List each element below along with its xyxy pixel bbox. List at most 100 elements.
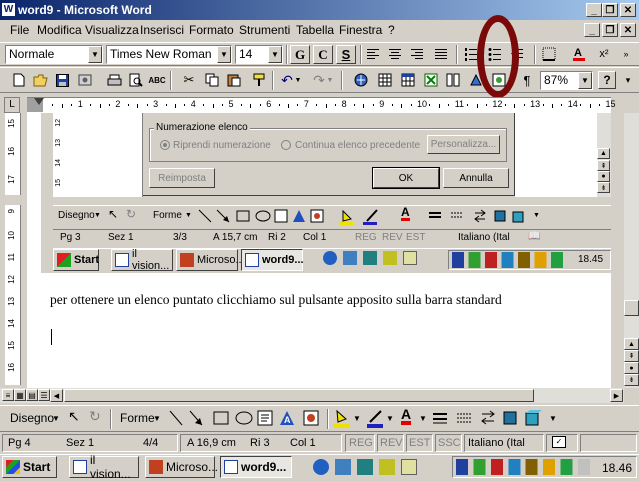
scroll-thumb[interactable] xyxy=(624,300,639,316)
inner-status-rev[interactable]: REV xyxy=(382,232,403,243)
insert-table-icon[interactable] xyxy=(399,71,417,89)
search-icon[interactable] xyxy=(379,459,395,475)
chevron-down-icon[interactable]: ▼ xyxy=(88,46,102,63)
menu-help[interactable]: ? xyxy=(388,23,395,37)
next-page-icon[interactable]: ⇟ xyxy=(624,374,639,386)
normal-view-icon[interactable]: ≡ xyxy=(2,389,14,401)
inner-draw-chevron-down-icon[interactable]: ▼ xyxy=(94,212,101,219)
task-vision[interactable]: il vision... xyxy=(69,453,139,481)
maximize-button[interactable]: ❐ xyxy=(602,3,618,17)
align-right-icon[interactable] xyxy=(408,45,426,63)
inner-font-color-icon[interactable]: A xyxy=(401,206,410,221)
radio-continua[interactable] xyxy=(281,140,291,150)
draw-menu[interactable]: Disegno xyxy=(10,411,54,425)
document-paragraph[interactable]: per ottenere un elenco puntato clicchiam… xyxy=(50,292,610,308)
inner-rotate-icon[interactable]: ↻ xyxy=(126,207,136,221)
print-preview-icon[interactable] xyxy=(127,71,145,89)
tables-borders-icon[interactable] xyxy=(376,71,394,89)
inner-status-est[interactable]: EST xyxy=(406,232,425,243)
browse-object-icon[interactable]: ● xyxy=(624,362,639,374)
inner-task-microsoft[interactable]: Microso... xyxy=(176,249,245,271)
cut-icon[interactable]: ✂ xyxy=(180,71,198,89)
menu-strumenti[interactable]: Strumenti xyxy=(239,23,290,37)
rotate-icon[interactable]: ↻ xyxy=(89,408,101,425)
font-color-dropdown-icon[interactable]: ▼ xyxy=(419,414,427,423)
inner-status-reg[interactable]: REG xyxy=(355,232,377,243)
inner-toolbar-more-icon[interactable]: ▼ xyxy=(533,212,540,219)
justify-icon[interactable] xyxy=(432,45,450,63)
scroll-right-icon[interactable]: ▶ xyxy=(610,389,623,402)
outline-view-icon[interactable]: ☰ xyxy=(38,389,50,401)
minimize-button[interactable]: _ xyxy=(586,3,602,17)
shapes-chevron-down-icon[interactable]: ▼ xyxy=(153,414,161,423)
desktop-icon[interactable] xyxy=(357,459,373,475)
menu-visualizza[interactable]: Visualizza xyxy=(85,23,139,37)
ok-button[interactable]: OK xyxy=(372,167,440,189)
tray-icons[interactable] xyxy=(456,459,590,475)
shapes-menu[interactable]: Forme xyxy=(120,411,155,425)
inner-quicklaunch-icons[interactable] xyxy=(323,251,443,267)
inner-line-style-icons[interactable] xyxy=(425,207,545,225)
font-color-icon[interactable]: A xyxy=(570,45,588,63)
align-center-icon[interactable] xyxy=(386,45,404,63)
inner-drawing-tools[interactable] xyxy=(195,207,395,225)
task-microsoft[interactable]: Microso... xyxy=(145,456,218,478)
outlook-icon[interactable] xyxy=(335,459,351,475)
line-style-icons[interactable] xyxy=(430,408,550,428)
ie-icon[interactable] xyxy=(313,459,329,475)
border-icon[interactable] xyxy=(540,45,558,63)
scroll-up-icon[interactable]: ▲ xyxy=(624,338,639,350)
toolbar-more-icon[interactable]: ▾ xyxy=(619,71,637,89)
fill-color-icon[interactable] xyxy=(333,408,351,428)
paste-icon[interactable] xyxy=(225,71,243,89)
scroll-left-icon[interactable]: ◀ xyxy=(50,389,63,402)
italic-button[interactable]: C xyxy=(313,45,333,64)
bold-button[interactable]: G xyxy=(290,45,310,64)
inner-draw-menu[interactable]: Disegno xyxy=(58,210,95,221)
save-icon[interactable] xyxy=(53,71,71,89)
print-icon[interactable] xyxy=(105,71,123,89)
new-document-icon[interactable] xyxy=(10,71,28,89)
underline-button[interactable]: S xyxy=(336,45,356,64)
drawing-toolbar-more-icon[interactable]: ▼ xyxy=(549,414,557,423)
inner-next-page-icon[interactable]: ⇟ xyxy=(597,182,610,193)
web-view-icon[interactable]: ▦ xyxy=(14,389,26,401)
reset-button[interactable]: Reimposta xyxy=(149,168,215,188)
help-icon[interactable]: ? xyxy=(598,71,616,89)
font-size-combo[interactable]: 14 ▼ xyxy=(235,45,283,64)
menu-modifica[interactable]: Modifica xyxy=(37,23,82,37)
select-objects-icon[interactable]: ↖ xyxy=(68,408,80,425)
doc-minimize-button[interactable]: _ xyxy=(584,23,600,37)
start-button[interactable]: Start xyxy=(2,456,57,478)
inner-book-icon[interactable]: 📖 xyxy=(528,231,540,242)
word-app-icon[interactable]: W xyxy=(2,3,15,16)
menu-formato[interactable]: Formato xyxy=(189,23,234,37)
personalize-button[interactable]: Personalizza... xyxy=(427,135,500,154)
style-combo[interactable]: Normale ▼ xyxy=(5,45,103,64)
cancel-button[interactable]: Annulla xyxy=(443,168,509,188)
inner-shapes-menu[interactable]: Forme xyxy=(153,210,182,221)
menu-file[interactable]: File xyxy=(10,23,29,37)
hyperlink-icon[interactable] xyxy=(352,71,370,89)
hscroll-thumb[interactable] xyxy=(64,389,534,402)
columns-icon[interactable] xyxy=(444,71,462,89)
task-word9[interactable]: word9... xyxy=(220,456,292,478)
toolbar-more-icon[interactable]: » xyxy=(617,45,635,63)
line-color-icon[interactable] xyxy=(366,408,384,428)
superscript-icon[interactable]: x² xyxy=(595,45,613,63)
notepad-icon[interactable] xyxy=(401,459,417,475)
tab-selector[interactable]: L xyxy=(4,97,20,113)
inner-shapes-chevron-down-icon[interactable]: ▼ xyxy=(185,212,192,219)
quicklaunch-icons[interactable] xyxy=(313,459,425,477)
permission-icon[interactable] xyxy=(76,71,94,89)
menu-inserisci[interactable]: Inserisci xyxy=(140,23,184,37)
drawing-tools[interactable]: A xyxy=(166,408,331,428)
menu-finestra[interactable]: Finestra xyxy=(339,23,382,37)
redo-dropdown-icon[interactable]: ▼ xyxy=(326,71,334,89)
menu-tabella[interactable]: Tabella xyxy=(296,23,334,37)
insert-excel-icon[interactable] xyxy=(422,71,440,89)
font-combo[interactable]: Times New Roman ▼ xyxy=(106,45,232,64)
align-left-icon[interactable] xyxy=(364,45,382,63)
format-painter-icon[interactable] xyxy=(250,71,268,89)
doc-restore-button[interactable]: ❐ xyxy=(602,23,618,37)
